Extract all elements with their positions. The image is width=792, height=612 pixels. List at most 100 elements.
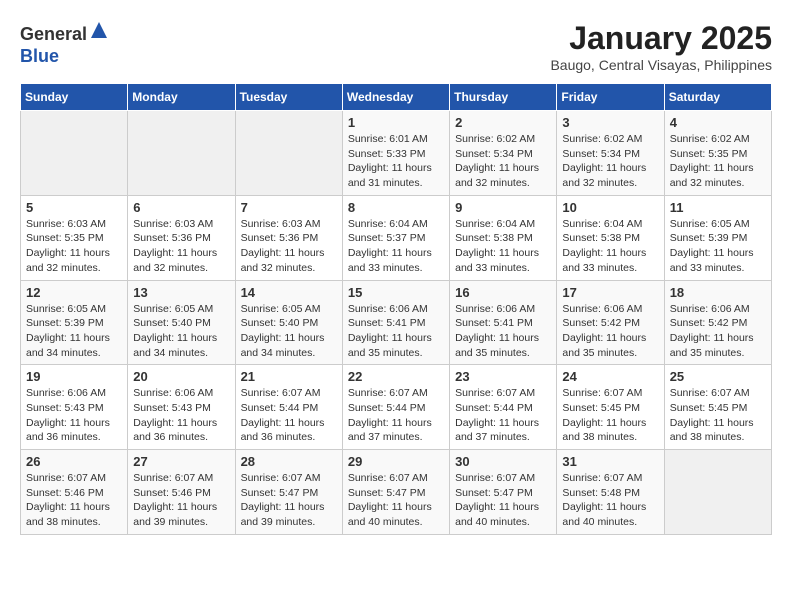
- day-cell: 28Sunrise: 6:07 AMSunset: 5:47 PMDayligh…: [235, 450, 342, 535]
- day-info: Sunrise: 6:06 AMSunset: 5:43 PMDaylight:…: [133, 386, 229, 445]
- day-cell: 14Sunrise: 6:05 AMSunset: 5:40 PMDayligh…: [235, 280, 342, 365]
- day-cell: 10 Sunrise: 6:04 AMSunset: 5:38 PMDayligh…: [557, 195, 664, 280]
- day-cell: 27 Sunrise: 6:07 AMSunset: 5:46 PMDayligh…: [128, 450, 235, 535]
- day-info: Sunrise: 6:07 AMSunset: 5:47 PMDaylight:…: [348, 471, 444, 530]
- day-info: Sunrise: 6:03 AMSunset: 5:36 PMDaylight:…: [241, 217, 337, 276]
- day-number: 30: [455, 454, 551, 469]
- week-row-4: 19 Sunrise: 6:06 AMSunset: 5:43 PMDayligh…: [21, 365, 772, 450]
- day-number: 6: [133, 200, 229, 215]
- day-cell: [21, 111, 128, 196]
- day-cell: [664, 450, 771, 535]
- day-info: Sunrise: 6:02 AMSunset: 5:35 PMDaylight:…: [670, 132, 766, 191]
- day-info: Sunrise: 6:07 AMSunset: 5:44 PMDaylight:…: [455, 386, 551, 445]
- day-info: Sunrise: 6:07 AMSunset: 5:47 PMDaylight:…: [241, 471, 337, 530]
- day-info: Sunrise: 6:06 AMSunset: 5:42 PMDaylight:…: [562, 302, 658, 361]
- logo: General Blue: [20, 20, 109, 67]
- day-info: Sunrise: 6:05 AMSunset: 5:39 PMDaylight:…: [26, 302, 122, 361]
- day-cell: 19 Sunrise: 6:06 AMSunset: 5:43 PMDayligh…: [21, 365, 128, 450]
- day-cell: [235, 111, 342, 196]
- day-cell: 29Sunrise: 6:07 AMSunset: 5:47 PMDayligh…: [342, 450, 449, 535]
- weekday-header-sunday: Sunday: [21, 84, 128, 111]
- day-number: 24: [562, 369, 658, 384]
- day-info: Sunrise: 6:07 AMSunset: 5:44 PMDaylight:…: [241, 386, 337, 445]
- day-info: Sunrise: 6:01 AMSunset: 5:33 PMDaylight:…: [348, 132, 444, 191]
- page-header: General Blue January 2025 Baugo, Central…: [20, 20, 772, 73]
- weekday-header-thursday: Thursday: [450, 84, 557, 111]
- day-number: 22: [348, 369, 444, 384]
- day-number: 19: [26, 369, 122, 384]
- day-info: Sunrise: 6:04 AMSunset: 5:37 PMDaylight:…: [348, 217, 444, 276]
- logo-general: General: [20, 24, 87, 44]
- weekday-header-saturday: Saturday: [664, 84, 771, 111]
- calendar-table: SundayMondayTuesdayWednesdayThursdayFrid…: [20, 83, 772, 535]
- day-info: Sunrise: 6:05 AMSunset: 5:39 PMDaylight:…: [670, 217, 766, 276]
- day-number: 1: [348, 115, 444, 130]
- day-cell: 25Sunrise: 6:07 AMSunset: 5:45 PMDayligh…: [664, 365, 771, 450]
- day-cell: 2 Sunrise: 6:02 AMSunset: 5:34 PMDaylight…: [450, 111, 557, 196]
- day-info: Sunrise: 6:04 AMSunset: 5:38 PMDaylight:…: [562, 217, 658, 276]
- day-cell: 21Sunrise: 6:07 AMSunset: 5:44 PMDayligh…: [235, 365, 342, 450]
- day-info: Sunrise: 6:03 AMSunset: 5:35 PMDaylight:…: [26, 217, 122, 276]
- day-cell: 8 Sunrise: 6:04 AMSunset: 5:37 PMDaylight…: [342, 195, 449, 280]
- weekday-header-monday: Monday: [128, 84, 235, 111]
- day-number: 13: [133, 285, 229, 300]
- day-info: Sunrise: 6:07 AMSunset: 5:47 PMDaylight:…: [455, 471, 551, 530]
- day-cell: 16 Sunrise: 6:06 AMSunset: 5:41 PMDayligh…: [450, 280, 557, 365]
- day-number: 27: [133, 454, 229, 469]
- day-info: Sunrise: 6:07 AMSunset: 5:45 PMDaylight:…: [670, 386, 766, 445]
- day-number: 16: [455, 285, 551, 300]
- calendar-subtitle: Baugo, Central Visayas, Philippines: [550, 57, 772, 73]
- week-row-3: 12 Sunrise: 6:05 AMSunset: 5:39 PMDayligh…: [21, 280, 772, 365]
- day-number: 8: [348, 200, 444, 215]
- day-info: Sunrise: 6:07 AMSunset: 5:45 PMDaylight:…: [562, 386, 658, 445]
- logo-blue: Blue: [20, 46, 59, 66]
- day-cell: 30 Sunrise: 6:07 AMSunset: 5:47 PMDayligh…: [450, 450, 557, 535]
- day-number: 11: [670, 200, 766, 215]
- day-cell: 18 Sunrise: 6:06 AMSunset: 5:42 PMDayligh…: [664, 280, 771, 365]
- title-block: January 2025 Baugo, Central Visayas, Phi…: [550, 20, 772, 73]
- day-cell: 20 Sunrise: 6:06 AMSunset: 5:43 PMDayligh…: [128, 365, 235, 450]
- day-info: Sunrise: 6:07 AMSunset: 5:44 PMDaylight:…: [348, 386, 444, 445]
- day-number: 31: [562, 454, 658, 469]
- day-cell: 9Sunrise: 6:04 AMSunset: 5:38 PMDaylight…: [450, 195, 557, 280]
- day-info: Sunrise: 6:06 AMSunset: 5:41 PMDaylight:…: [348, 302, 444, 361]
- day-number: 14: [241, 285, 337, 300]
- day-number: 23: [455, 369, 551, 384]
- day-number: 4: [670, 115, 766, 130]
- day-cell: 31 Sunrise: 6:07 AMSunset: 5:48 PMDayligh…: [557, 450, 664, 535]
- day-info: Sunrise: 6:02 AMSunset: 5:34 PMDaylight:…: [455, 132, 551, 191]
- week-row-2: 5 Sunrise: 6:03 AMSunset: 5:35 PMDaylight…: [21, 195, 772, 280]
- day-number: 12: [26, 285, 122, 300]
- weekday-header-row: SundayMondayTuesdayWednesdayThursdayFrid…: [21, 84, 772, 111]
- day-number: 17: [562, 285, 658, 300]
- day-cell: 23 Sunrise: 6:07 AMSunset: 5:44 PMDayligh…: [450, 365, 557, 450]
- day-cell: 22 Sunrise: 6:07 AMSunset: 5:44 PMDayligh…: [342, 365, 449, 450]
- day-info: Sunrise: 6:06 AMSunset: 5:42 PMDaylight:…: [670, 302, 766, 361]
- calendar-title: January 2025: [550, 20, 772, 57]
- weekday-header-friday: Friday: [557, 84, 664, 111]
- day-info: Sunrise: 6:06 AMSunset: 5:43 PMDaylight:…: [26, 386, 122, 445]
- day-info: Sunrise: 6:05 AMSunset: 5:40 PMDaylight:…: [133, 302, 229, 361]
- day-cell: 24 Sunrise: 6:07 AMSunset: 5:45 PMDayligh…: [557, 365, 664, 450]
- day-number: 18: [670, 285, 766, 300]
- day-number: 10: [562, 200, 658, 215]
- day-number: 5: [26, 200, 122, 215]
- day-number: 7: [241, 200, 337, 215]
- day-info: Sunrise: 6:07 AMSunset: 5:46 PMDaylight:…: [26, 471, 122, 530]
- day-number: 2: [455, 115, 551, 130]
- day-cell: 13 Sunrise: 6:05 AMSunset: 5:40 PMDayligh…: [128, 280, 235, 365]
- day-cell: 4 Sunrise: 6:02 AMSunset: 5:35 PMDaylight…: [664, 111, 771, 196]
- weekday-header-tuesday: Tuesday: [235, 84, 342, 111]
- day-cell: 15Sunrise: 6:06 AMSunset: 5:41 PMDayligh…: [342, 280, 449, 365]
- day-cell: 5 Sunrise: 6:03 AMSunset: 5:35 PMDaylight…: [21, 195, 128, 280]
- weekday-header-wednesday: Wednesday: [342, 84, 449, 111]
- day-number: 20: [133, 369, 229, 384]
- day-info: Sunrise: 6:07 AMSunset: 5:46 PMDaylight:…: [133, 471, 229, 530]
- day-cell: 12 Sunrise: 6:05 AMSunset: 5:39 PMDayligh…: [21, 280, 128, 365]
- day-number: 9: [455, 200, 551, 215]
- day-info: Sunrise: 6:06 AMSunset: 5:41 PMDaylight:…: [455, 302, 551, 361]
- day-cell: 1 Sunrise: 6:01 AMSunset: 5:33 PMDaylight…: [342, 111, 449, 196]
- week-row-5: 26Sunrise: 6:07 AMSunset: 5:46 PMDayligh…: [21, 450, 772, 535]
- day-info: Sunrise: 6:03 AMSunset: 5:36 PMDaylight:…: [133, 217, 229, 276]
- day-info: Sunrise: 6:07 AMSunset: 5:48 PMDaylight:…: [562, 471, 658, 530]
